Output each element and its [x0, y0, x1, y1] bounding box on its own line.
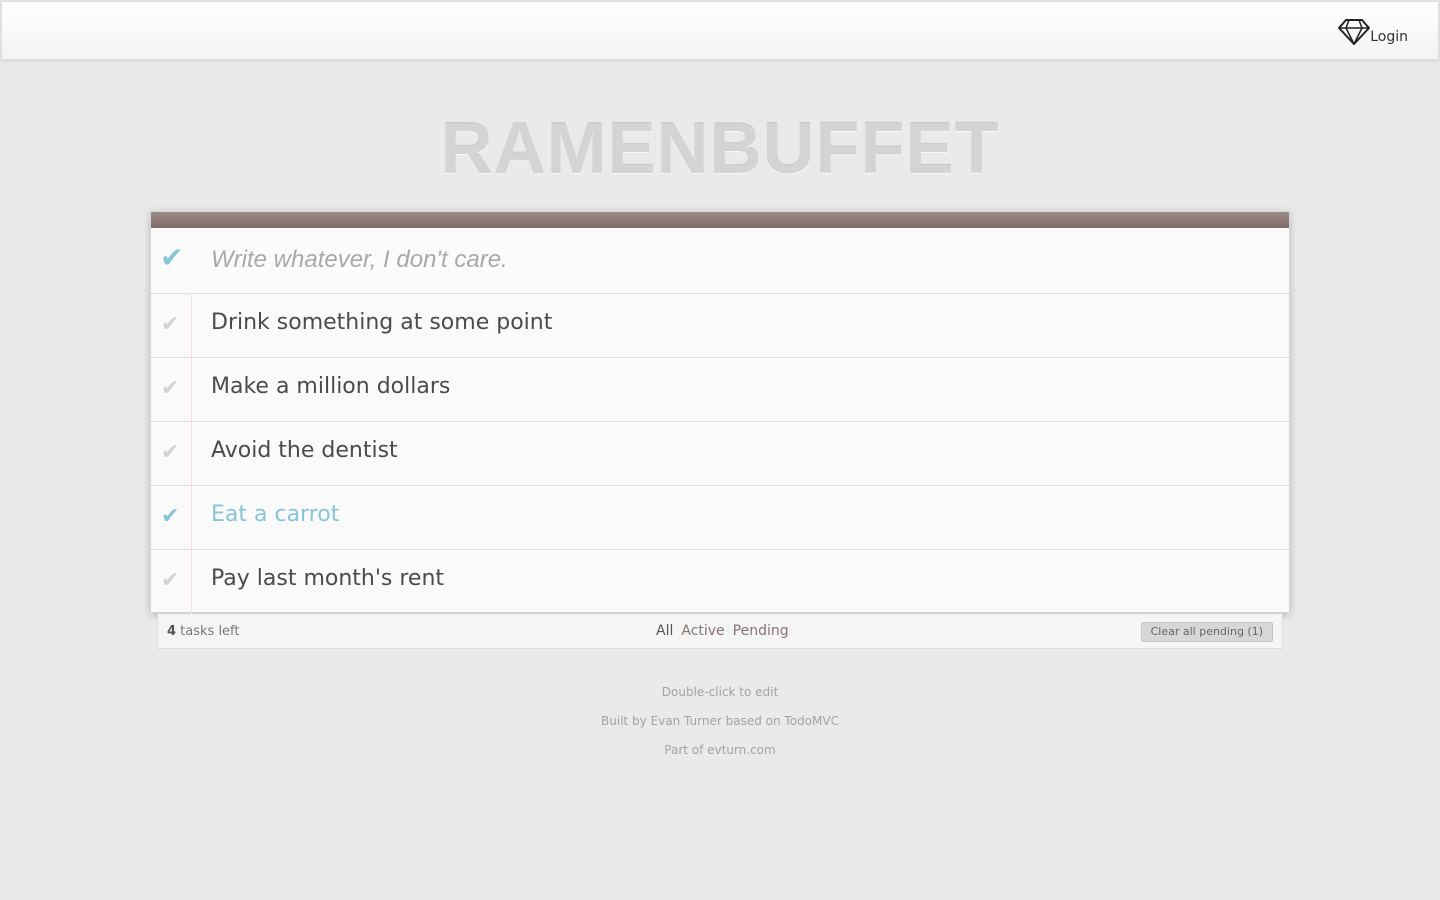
info-footer: Double-click to edit Built by Evan Turne…	[0, 678, 1440, 765]
app-title: RAMENBUFFET	[440, 109, 1000, 189]
todo-checkmark-icon[interactable]: ✔	[161, 502, 179, 532]
login-button[interactable]: Login	[1338, 18, 1408, 46]
todo-label[interactable]: Make a million dollars	[211, 372, 450, 402]
todo-checkmark-icon[interactable]: ✔	[161, 310, 179, 340]
todo-count-suffix: tasks left	[176, 624, 240, 639]
card-header-bar	[151, 212, 1289, 228]
filter-pending[interactable]: Pending	[733, 623, 789, 639]
info-site: Part of evturn.com	[664, 743, 776, 757]
filter-active[interactable]: Active	[681, 623, 724, 639]
filter-all[interactable]: All	[656, 623, 673, 639]
todo-item[interactable]: ✔ Avoid the dentist	[151, 422, 1289, 486]
clear-pending-button[interactable]: Clear all pending (1)	[1140, 622, 1273, 642]
todo-item[interactable]: ✔ Eat a carrot	[151, 486, 1289, 550]
todo-list: ✔ Drink something at some point ✔ Make a mi…	[151, 294, 1289, 614]
todo-footer: 4 tasks left All Active Pending Clear al…	[157, 614, 1283, 649]
info-credits: Built by Evan Turner based on TodoMVC	[601, 714, 839, 728]
todo-item[interactable]: ✔ Pay last month's rent	[151, 550, 1289, 614]
todo-checkmark-icon[interactable]: ✔	[161, 566, 179, 596]
login-label: Login	[1370, 29, 1408, 45]
toggle-all-checkmark-icon[interactable]: ✔	[160, 240, 183, 276]
todo-item[interactable]: ✔ Make a million dollars	[151, 358, 1289, 422]
diamond-icon	[1338, 19, 1371, 45]
todo-card: ✔ ✔ Drink something at some point ✔ Make a …	[150, 211, 1290, 614]
todo-item[interactable]: ✔ Drink something at some point	[151, 294, 1289, 358]
todo-label[interactable]: Pay last month's rent	[211, 564, 444, 594]
todo-label[interactable]: Avoid the dentist	[211, 436, 398, 466]
todo-count-number: 4	[167, 624, 177, 639]
info-edit-hint: Double-click to edit	[661, 685, 779, 699]
todo-checkmark-icon[interactable]: ✔	[161, 438, 179, 468]
todo-count: 4 tasks left	[167, 624, 240, 639]
filters: All Active Pending	[656, 623, 789, 639]
todo-label[interactable]: Drink something at some point	[211, 308, 552, 338]
top-bar: Login	[1, 1, 1439, 60]
todo-checkmark-icon[interactable]: ✔	[161, 374, 179, 404]
todo-label[interactable]: Eat a carrot	[211, 500, 339, 530]
new-todo-input[interactable]	[211, 242, 1271, 278]
new-todo-row: ✔	[151, 228, 1289, 294]
